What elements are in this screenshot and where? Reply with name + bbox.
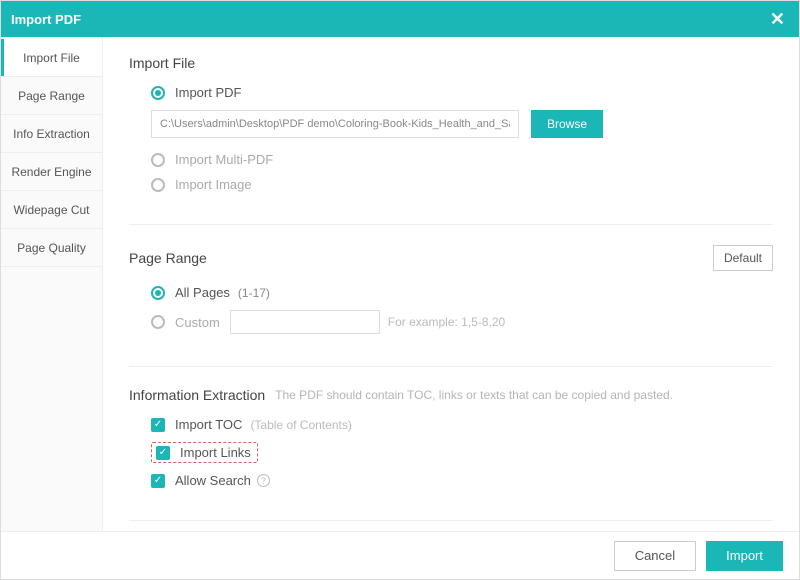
radio-import-pdf[interactable]	[151, 86, 165, 100]
section-title-import-file: Import File	[129, 55, 195, 71]
section-render-engine: Render Engine ? New Engine (Recommended …	[129, 520, 773, 531]
label-import-multi-pdf: Import Multi-PDF	[175, 152, 273, 167]
sidebar-item-import-file[interactable]: Import File	[1, 39, 102, 77]
label-custom-range: Custom	[175, 315, 220, 330]
label-import-pdf: Import PDF	[175, 85, 241, 100]
radio-custom-range[interactable]	[151, 315, 165, 329]
sidebar-item-page-range[interactable]: Page Range	[1, 77, 102, 115]
import-pdf-dialog: Import PDF ✕ Import File Page Range Info…	[0, 0, 800, 580]
checkbox-import-links[interactable]: ✓	[156, 446, 170, 460]
label-all-pages-range: (1-17)	[238, 286, 270, 300]
dialog-title: Import PDF	[11, 12, 81, 27]
sidebar-item-widepage-cut[interactable]: Widepage Cut	[1, 191, 102, 229]
section-info-extraction: Information Extraction The PDF should co…	[129, 366, 773, 520]
highlight-import-links: ✓ Import Links	[151, 442, 258, 463]
checkbox-import-toc[interactable]: ✓	[151, 418, 165, 432]
default-button[interactable]: Default	[713, 245, 773, 271]
sidebar-item-info-extraction[interactable]: Info Extraction	[1, 115, 102, 153]
cancel-button[interactable]: Cancel	[614, 541, 696, 571]
section-import-file: Import File Import PDF Browse Import Mul…	[129, 55, 773, 224]
label-toc-sub: (Table of Contents)	[250, 418, 351, 432]
radio-all-pages[interactable]	[151, 286, 165, 300]
sidebar: Import File Page Range Info Extraction R…	[1, 37, 103, 531]
label-allow-search: Allow Search	[175, 473, 251, 488]
footer: Cancel Import	[1, 531, 799, 579]
help-icon[interactable]: ?	[257, 474, 270, 487]
sidebar-item-page-quality[interactable]: Page Quality	[1, 229, 102, 267]
file-path-input[interactable]	[151, 110, 519, 138]
import-button[interactable]: Import	[706, 541, 783, 571]
checkbox-allow-search[interactable]: ✓	[151, 474, 165, 488]
label-range-example: For example: 1,5-8,20	[388, 315, 505, 329]
section-title-info-extraction: Information Extraction	[129, 387, 265, 403]
radio-import-multi-pdf[interactable]	[151, 153, 165, 167]
browse-button[interactable]: Browse	[531, 110, 603, 138]
content-scroll[interactable]: Import File Import PDF Browse Import Mul…	[103, 37, 799, 531]
section-page-range: Page Range Default All Pages (1-17) Cust…	[129, 224, 773, 366]
titlebar: Import PDF ✕	[1, 1, 799, 37]
label-import-toc: Import TOC	[175, 417, 242, 432]
custom-range-input[interactable]	[230, 310, 380, 334]
radio-import-image[interactable]	[151, 178, 165, 192]
close-icon[interactable]: ✕	[766, 10, 789, 28]
label-all-pages: All Pages	[175, 285, 230, 300]
section-title-page-range: Page Range	[129, 250, 207, 266]
label-import-links: Import Links	[180, 445, 251, 460]
label-import-image: Import Image	[175, 177, 252, 192]
info-extraction-hint: The PDF should contain TOC, links or tex…	[275, 388, 673, 402]
sidebar-item-render-engine[interactable]: Render Engine	[1, 153, 102, 191]
